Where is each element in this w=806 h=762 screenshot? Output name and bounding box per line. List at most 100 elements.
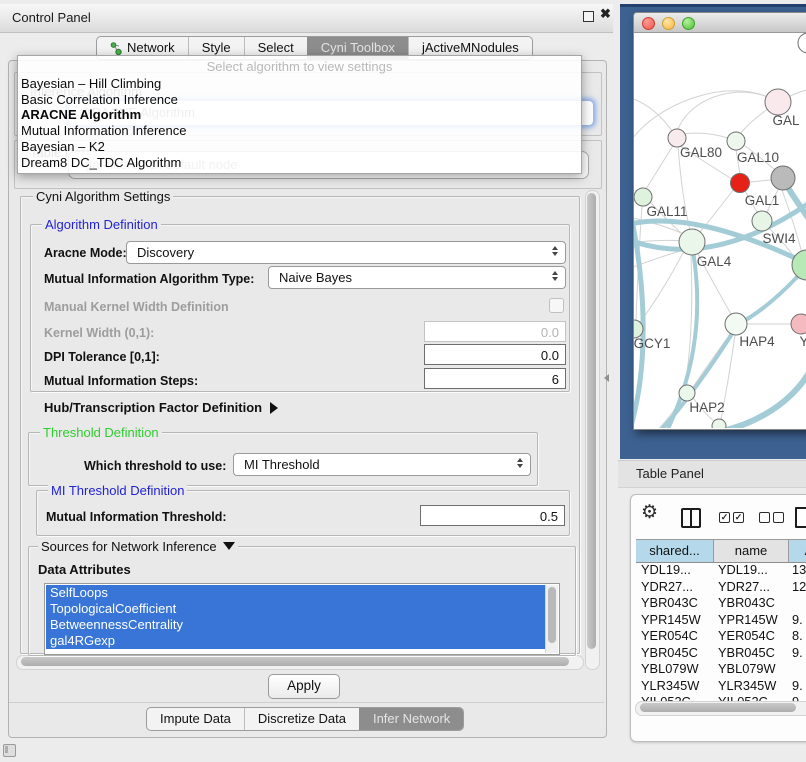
table-row[interactable]: YBR045CYBR045C9. — [636, 645, 806, 662]
network-edge[interactable] — [646, 144, 674, 189]
window-minimize-icon[interactable] — [662, 17, 675, 30]
network-graph: GALGAL80GAL10GAL1SWI4GAL11GAL4HAP4YGCY1H… — [634, 33, 806, 428]
attribute-item-gal4rgexp[interactable]: gal4RGexp — [46, 633, 546, 649]
window-close-icon[interactable] — [642, 17, 655, 30]
network-window-titlebar[interactable] — [634, 13, 806, 33]
manual-kernel-width-checkbox[interactable] — [549, 298, 564, 313]
mi-steps-field[interactable]: 6 — [424, 368, 566, 389]
network-edge[interactable] — [681, 133, 728, 138]
table-cell: 13 — [787, 562, 806, 579]
mi-algorithm-type-label: Mutual Information Algorithm Type: — [44, 272, 254, 286]
table-row[interactable]: YBL079WYBL079W — [636, 661, 806, 678]
data-attributes-list[interactable]: SelfLoopsTopologicalCoefficientBetweenne… — [44, 583, 560, 655]
network-canvas[interactable]: GALGAL80GAL10GAL1SWI4GAL11GAL4HAP4YGCY1H… — [634, 33, 806, 428]
table-row[interactable]: YPR145WYPR145W9. — [636, 612, 806, 629]
stepper-arrows-icon — [552, 246, 559, 256]
network-node-hap2[interactable] — [679, 385, 695, 401]
table-cell: 9. — [787, 612, 806, 629]
table-cell: YPR145W — [636, 612, 713, 629]
collapsed-panel-icon[interactable] — [3, 744, 16, 757]
table-card: ⚙ ✓ ✓ shared...nameA YDL19...YDL19...13Y… — [630, 494, 806, 742]
network-node[interactable] — [798, 33, 806, 53]
table-row[interactable]: YDR27...YDR27...12 — [636, 579, 806, 596]
network-edge[interactable] — [692, 369, 806, 428]
algorithm-option-aracne-algorithm[interactable]: ARACNE Algorithm — [21, 107, 581, 123]
mi-algorithm-type-combo[interactable]: Naive Bayes — [268, 266, 566, 289]
table-cell: 9. — [787, 678, 806, 695]
network-edge[interactable] — [634, 97, 672, 131]
algorithm-option-bayesian-k2[interactable]: Bayesian – K2 — [21, 139, 581, 155]
select-all-checkboxes-icon[interactable]: ✓ — [719, 512, 730, 523]
algorithm-option-bayesian-hill-climbing[interactable]: Bayesian – Hill Climbing — [21, 76, 581, 92]
which-threshold-combo[interactable]: MI Threshold — [233, 453, 531, 476]
algorithm-dropdown-popup: Select algorithm to view settings Bayesi… — [17, 55, 582, 174]
aracne-mode-combo[interactable]: Discovery — [126, 241, 566, 264]
network-node-hap4[interactable] — [725, 313, 747, 335]
network-node-gal1[interactable] — [731, 174, 750, 193]
tab-infer-network-label: Infer Network — [373, 708, 450, 730]
network-node-gal4[interactable] — [679, 229, 705, 255]
table-row[interactable]: YER054CYER054C8. — [636, 628, 806, 645]
node-label-swi4: SWI4 — [762, 231, 795, 246]
window-zoom-icon[interactable] — [682, 17, 695, 30]
split-columns-icon[interactable] — [681, 508, 701, 528]
settings-horizontal-scrollbar[interactable] — [16, 655, 584, 670]
table-row[interactable]: YBR043CYBR043C — [636, 595, 806, 612]
select-all-checkboxes-icon[interactable]: ✓ — [733, 512, 744, 523]
close-icon[interactable]: ✖ — [600, 6, 611, 22]
attribute-item-betweennesscentrality[interactable]: BetweennessCentrality — [46, 617, 546, 633]
mi-threshold-field[interactable]: 0.5 — [420, 505, 565, 526]
network-node[interactable] — [712, 419, 726, 428]
column-header-name[interactable]: name — [714, 540, 789, 562]
stepper-arrows-icon — [517, 458, 524, 468]
network-node-gal[interactable] — [765, 89, 791, 115]
table-cell: YBL079W — [713, 661, 787, 678]
float-window-icon[interactable] — [583, 11, 594, 22]
hub-definition-expander[interactable]: Hub/Transcription Factor Definition — [44, 400, 278, 415]
algorithm-option-mutual-information-inference[interactable]: Mutual Information Inference — [21, 123, 581, 139]
dpi-tolerance-label: DPI Tolerance [0,1]: — [44, 350, 160, 364]
tab-discretize-data[interactable]: Discretize Data — [244, 708, 359, 730]
network-node-gal10[interactable] — [727, 132, 745, 150]
algorithm-option-basic-correlation-inference[interactable]: Basic Correlation Inference — [21, 92, 581, 108]
mi-threshold-definition-title: MI Threshold Definition — [48, 483, 187, 498]
algorithm-option-dream8-dc-tdc-algorithm[interactable]: Dream8 DC_TDC Algorithm — [21, 155, 581, 171]
attribute-item-topologicalcoefficient[interactable]: TopologicalCoefficient — [46, 601, 546, 617]
column-header-shared[interactable]: shared... — [636, 540, 714, 562]
table-row[interactable]: YLR345WYLR345W9. — [636, 678, 806, 695]
gear-icon[interactable]: ⚙ — [641, 501, 658, 524]
tab-infer-network[interactable]: Infer Network — [359, 708, 463, 730]
deselect-checkboxes-icon[interactable] — [759, 512, 770, 523]
control-panel-title: Control Panel — [12, 10, 91, 25]
tab-impute-data[interactable]: Impute Data — [147, 708, 244, 730]
network-node-swi4[interactable] — [752, 211, 772, 231]
attribute-item-selfloops[interactable]: SelfLoops — [46, 585, 546, 601]
table-cell: YPR145W — [713, 612, 787, 629]
kernel-width-field[interactable]: 0.0 — [424, 321, 566, 342]
network-edge[interactable] — [634, 195, 643, 428]
network-node[interactable] — [792, 250, 806, 280]
network-view-window[interactable]: GALGAL80GAL10GAL1SWI4GAL11GAL4HAP4YGCY1H… — [633, 12, 806, 430]
table-cell: YER054C — [713, 628, 787, 645]
column-header-a[interactable]: A — [789, 540, 806, 562]
attributes-list-scrollbar[interactable] — [545, 585, 558, 653]
table-cell: YDR27... — [713, 579, 787, 596]
node-label-gal4: GAL4 — [697, 254, 732, 269]
kernel-width-label: Kernel Width (0,1): — [44, 326, 154, 340]
deselect-checkboxes-icon[interactable] — [773, 512, 784, 523]
table-row[interactable]: YDL19...YDL19...13 — [636, 562, 806, 579]
sources-title[interactable]: Sources for Network Inference — [38, 539, 238, 554]
apply-button[interactable]: Apply — [268, 674, 340, 699]
network-node[interactable] — [771, 166, 795, 190]
node-label-gal: GAL — [772, 113, 800, 128]
dpi-tolerance-field[interactable]: 0.0 — [424, 344, 566, 365]
settings-vertical-scrollbar[interactable] — [585, 190, 600, 670]
splitter-collapse-icon[interactable] — [604, 374, 609, 382]
table-horizontal-scrollbar[interactable] — [635, 701, 806, 716]
network-node-y[interactable] — [791, 314, 806, 334]
table-cell: YLR345W — [636, 678, 713, 695]
table-cell: YDR27... — [636, 579, 713, 596]
document-icon[interactable] — [795, 507, 806, 528]
tab-discretize-data-label: Discretize Data — [258, 708, 346, 730]
node-label-gal1: GAL1 — [745, 193, 780, 208]
